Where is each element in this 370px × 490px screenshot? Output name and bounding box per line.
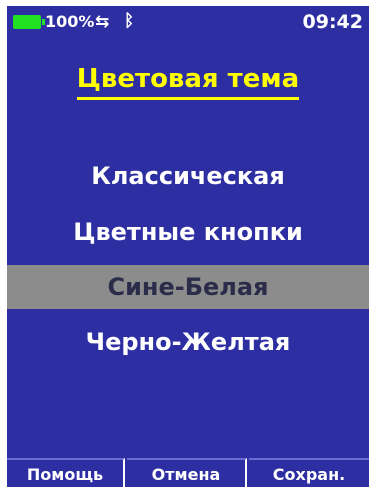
page-title: Цветовая тема xyxy=(7,64,369,100)
softkey-bar: Помощь Отмена Сохран. xyxy=(7,458,369,487)
help-button[interactable]: Помощь xyxy=(7,458,125,487)
clock: 09:42 xyxy=(302,11,363,33)
usb-icon: ⇆ xyxy=(95,12,110,32)
battery-icon xyxy=(13,15,45,29)
theme-option-black-yellow[interactable]: Черно-Желтая xyxy=(7,320,369,364)
device-screen: 100% ⇆ ᛒ 09:42 Цветовая тема Классическа… xyxy=(7,6,369,487)
cancel-button[interactable]: Отмена xyxy=(127,458,247,487)
theme-option-blue-white[interactable]: Сине-Белая xyxy=(7,265,369,309)
page-title-text: Цветовая тема xyxy=(76,64,300,100)
theme-option-colored-buttons[interactable]: Цветные кнопки xyxy=(7,210,369,254)
bluetooth-icon: ᛒ xyxy=(124,11,135,31)
battery-percent: 100% xyxy=(45,12,95,31)
status-bar: 100% ⇆ ᛒ 09:42 xyxy=(7,6,369,38)
theme-option-classic[interactable]: Классическая xyxy=(7,154,369,198)
save-button[interactable]: Сохран. xyxy=(249,458,369,487)
